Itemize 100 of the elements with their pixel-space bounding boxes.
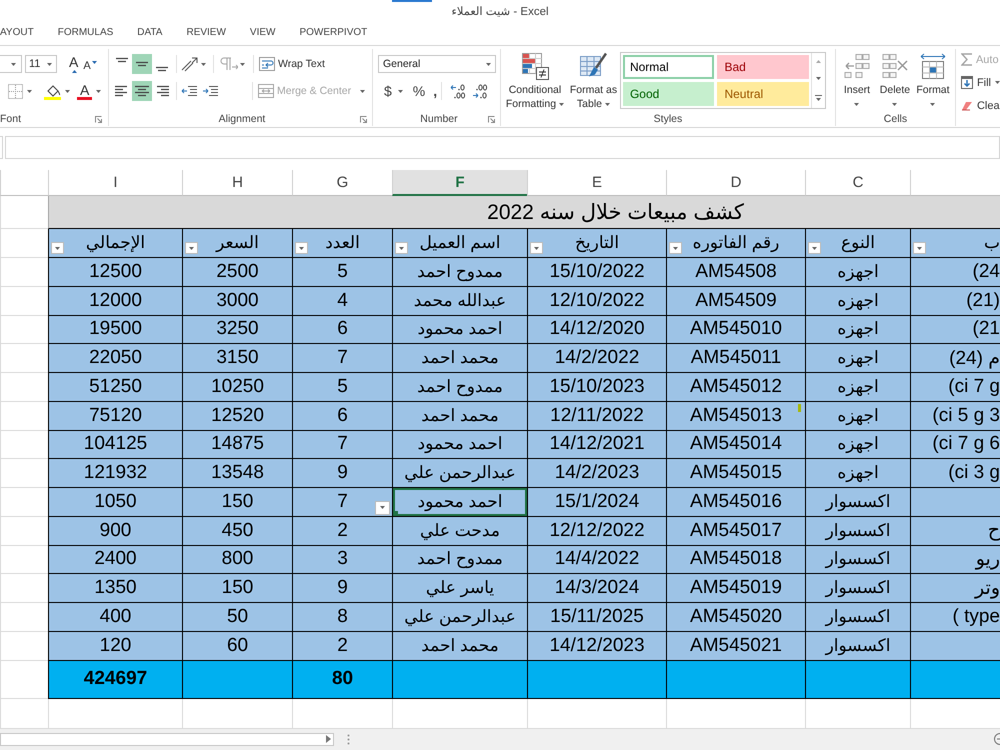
align-middle-icon[interactable] (132, 54, 152, 74)
caret-icon[interactable] (27, 90, 32, 92)
horizontal-scrollbar[interactable] (0, 732, 334, 746)
table-cell: وتر (910, 574, 1000, 603)
insert-button[interactable]: Insert (838, 51, 876, 112)
caret-icon[interactable] (917, 246, 922, 250)
cell-style-button[interactable]: Good (622, 82, 714, 106)
table-cell: اجهزه (805, 402, 910, 430)
format-as-table-button[interactable]: Format as Table (566, 51, 620, 111)
ribbon-tab[interactable]: POWERPIVOT (299, 24, 368, 43)
ribbon-tab[interactable]: DATA (137, 24, 162, 43)
percent-button[interactable]: % (412, 83, 426, 99)
table-cell: 3250 (182, 316, 292, 344)
increase-decimal-icon[interactable] (450, 84, 466, 98)
decrease-indent-icon[interactable] (181, 85, 197, 97)
selected-cell[interactable]: احمد محمود (392, 488, 527, 517)
caret-icon[interactable] (399, 246, 404, 250)
caret-icon[interactable] (398, 90, 403, 92)
fill-color-icon[interactable] (44, 82, 61, 100)
caret-icon[interactable] (189, 246, 194, 250)
filter-button[interactable] (669, 242, 682, 254)
decrease-decimal-icon[interactable] (472, 84, 488, 98)
header-label: العدد (325, 233, 360, 253)
fill-handle[interactable] (393, 510, 398, 516)
half-circle-icon[interactable] (994, 733, 1000, 745)
table-cell: 7 (292, 430, 392, 460)
cell-style-button[interactable]: Normal (622, 55, 714, 79)
caret-icon[interactable] (892, 103, 898, 106)
table-cell: 14/12/2023 (527, 632, 666, 660)
filter-button[interactable] (395, 242, 408, 254)
increase-indent-icon[interactable] (202, 85, 218, 97)
table-cell: ريو (910, 546, 1000, 574)
filter-button[interactable] (295, 242, 308, 254)
grow-font-button[interactable]: A (69, 55, 78, 73)
fill-button[interactable]: Fill (960, 74, 1000, 91)
caret-icon[interactable] (380, 506, 385, 510)
caret-icon[interactable] (930, 103, 936, 106)
wrap-text-button[interactable]: Wrap Text (259, 57, 325, 71)
delete-button[interactable]: Delete (876, 51, 914, 112)
caret-icon[interactable] (486, 62, 491, 66)
group-label: Font (0, 113, 22, 125)
filter-button[interactable] (808, 242, 821, 254)
caret-icon[interactable] (299, 246, 304, 250)
caret-icon[interactable] (240, 62, 245, 66)
header-label: ب (984, 233, 1000, 253)
table-cell: 60 (182, 632, 292, 660)
ribbon-tab[interactable]: REVIEW (186, 24, 226, 43)
filter-button[interactable] (530, 242, 543, 254)
table-cell: AM545020 (666, 603, 805, 632)
caret-icon[interactable] (201, 62, 206, 66)
ribbon-tab[interactable]: VIEW (250, 24, 276, 43)
window-accent-bar (392, 0, 432, 2)
caret-icon[interactable] (55, 246, 60, 250)
formula-bar-field[interactable] (5, 136, 1000, 159)
font-color-button[interactable]: A (77, 82, 92, 100)
caret-icon[interactable] (11, 62, 16, 66)
caret-icon[interactable] (673, 246, 678, 250)
caret-icon[interactable] (605, 102, 610, 106)
comma-style-button[interactable]: , (433, 83, 438, 99)
group-label: Styles (654, 113, 682, 125)
table-cell: 15/11/2025 (527, 603, 666, 632)
dialog-launcher-icon[interactable] (360, 116, 367, 122)
clear-button[interactable]: Clea (960, 97, 1000, 114)
caret-icon[interactable] (65, 90, 70, 92)
right-arrow-icon[interactable] (326, 735, 331, 743)
dropdown-button[interactable] (375, 500, 390, 515)
filter-button[interactable] (913, 242, 926, 254)
caret-icon[interactable] (854, 103, 860, 106)
text-orientation-icon[interactable] (181, 56, 199, 72)
currency-button[interactable]: $ (384, 83, 392, 99)
scroll-down-icon[interactable] (816, 77, 821, 80)
align-center-icon[interactable] (132, 81, 152, 101)
cell-style-button[interactable]: Bad (717, 55, 809, 79)
table-cell: 3000 (182, 286, 292, 316)
filter-button[interactable] (51, 242, 64, 254)
caret-icon[interactable] (559, 102, 564, 106)
shrink-font-button[interactable]: A (83, 60, 97, 72)
conditional-formatting-button[interactable]: Conditional Formatting (502, 51, 567, 111)
format-button[interactable]: Format (914, 51, 952, 112)
name-box-field[interactable] (0, 136, 3, 159)
dialog-launcher-icon[interactable] (95, 116, 102, 122)
caret-icon[interactable] (47, 62, 52, 66)
caret-icon[interactable] (96, 90, 102, 92)
sheet-title: كشف مبيعات خلال سنه 2022 (48, 196, 1000, 229)
caret-icon[interactable] (534, 246, 539, 250)
cell-style-button[interactable]: Neutral (717, 82, 809, 106)
table-cell: 2 (292, 632, 392, 660)
caret-icon[interactable] (812, 246, 817, 250)
font-name-field[interactable] (0, 55, 22, 73)
borders-icon[interactable] (8, 84, 23, 98)
dialog-launcher-icon[interactable] (488, 116, 495, 122)
table-cell: ممدوح احمد (392, 258, 527, 287)
caret-icon[interactable] (995, 81, 1000, 84)
font-size-field[interactable]: 11 (25, 55, 57, 73)
filter-button[interactable] (185, 242, 198, 254)
ribbon-tab[interactable]: FORMULAS (58, 24, 114, 43)
more-icon[interactable] (814, 94, 822, 101)
number-format-field[interactable]: General (378, 55, 496, 73)
column-header[interactable]: F (392, 170, 527, 196)
ribbon-tab[interactable]: AYOUT (0, 24, 34, 43)
